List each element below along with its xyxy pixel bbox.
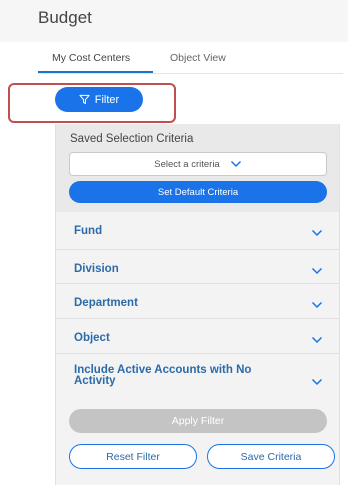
filter-object[interactable]: Object [56, 319, 339, 354]
saved-criteria-section: Saved Selection Criteria Select a criter… [56, 124, 339, 212]
page-title: Budget [38, 8, 92, 27]
filter-include-active-label: Include Active Accounts with No Activity [74, 364, 252, 387]
tab-object-view[interactable]: Object View [170, 52, 226, 64]
criteria-select[interactable]: Select a criteria [69, 152, 327, 176]
chevron-down-icon [230, 160, 241, 168]
chevron-down-icon [311, 229, 323, 237]
tab-my-cost-centers[interactable]: My Cost Centers [52, 52, 130, 64]
filter-include-active-accounts[interactable]: Include Active Accounts with No Activity [56, 354, 339, 399]
filter-division[interactable]: Division [56, 250, 339, 284]
chevron-down-icon [311, 378, 323, 386]
filter-object-label: Object [74, 332, 110, 344]
filter-fund[interactable]: Fund [56, 212, 339, 250]
page-header: Budget [0, 0, 348, 42]
reset-filter-button[interactable]: Reset Filter [69, 444, 197, 469]
tabs-divider [38, 73, 343, 74]
save-criteria-button[interactable]: Save Criteria [207, 444, 335, 469]
saved-criteria-heading: Saved Selection Criteria [70, 133, 194, 145]
filter-button-label: Filter [94, 93, 120, 106]
filter-icon [79, 94, 90, 105]
criteria-select-placeholder: Select a criteria [154, 158, 220, 170]
filter-button[interactable]: Filter [55, 87, 143, 112]
filter-department-label: Department [74, 297, 138, 309]
chevron-down-icon [311, 301, 323, 309]
set-default-criteria-button[interactable]: Set Default Criteria [69, 181, 327, 203]
filter-fund-label: Fund [74, 225, 103, 237]
chevron-down-icon [311, 267, 323, 275]
filter-division-label: Division [74, 263, 119, 275]
filter-department[interactable]: Department [56, 284, 339, 319]
apply-filter-button[interactable]: Apply Filter [69, 409, 327, 433]
filter-panel: Saved Selection Criteria Select a criter… [55, 124, 340, 485]
chevron-down-icon [311, 336, 323, 344]
